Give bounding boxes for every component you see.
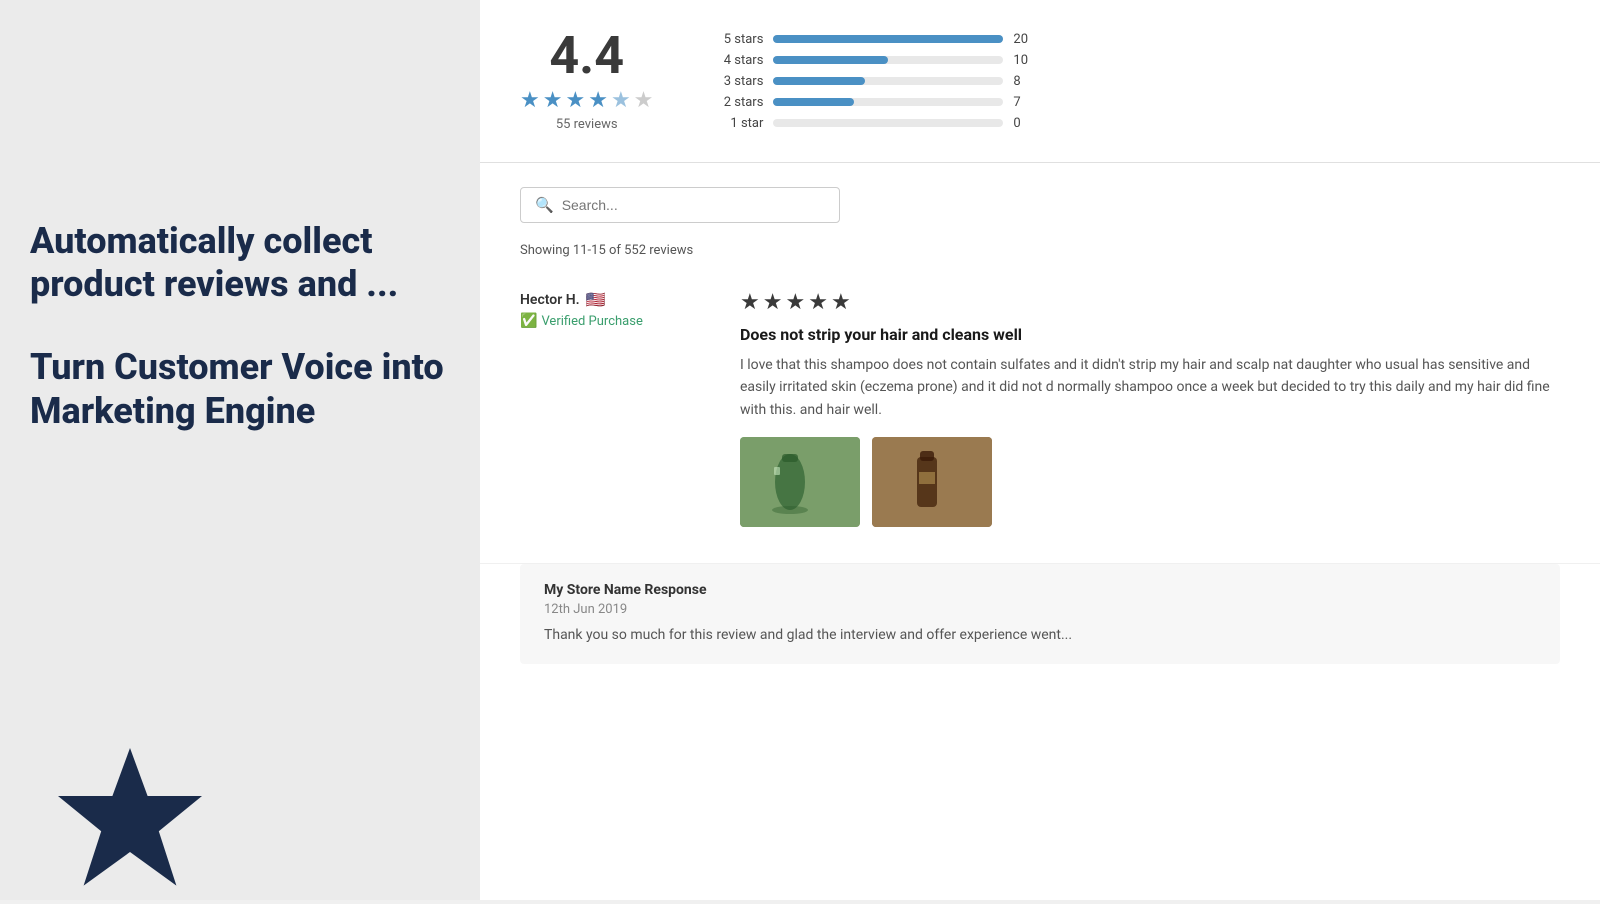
store-response-title: My Store Name Response [544,582,1536,598]
review-count: 55 reviews [556,117,618,132]
overall-rating: 4.4 ★ ★ ★ ★ ★ ★ 55 reviews [520,30,653,132]
bar-fill-5 [773,35,1003,43]
bar-fill-3 [773,77,865,85]
bar-count-4: 10 [1013,53,1033,68]
reviewer-section: Hector H. 🇺🇸 ✅ Verified Purchase [520,290,740,329]
heading-voice: Turn Customer Voice into Marketing Engin… [30,346,450,432]
star-empty: ★ [634,88,654,113]
bar-count-5: 20 [1013,32,1033,47]
rating-number: 4.4 [549,30,624,82]
bar-fill-2 [773,98,854,106]
star-3: ★ [565,88,585,113]
star-4: ★ [588,88,608,113]
review-card: Hector H. 🇺🇸 ✅ Verified Purchase ★ ★ ★ ★… [480,266,1600,564]
heading-collect: Automatically collect product reviews an… [30,220,450,306]
bar-track-2 [773,98,1003,106]
star-half: ★ [611,88,631,113]
review-content: ★ ★ ★ ★ ★ Does not strip your hair and c… [740,290,1560,527]
rev-star-2: ★ [763,290,783,315]
bar-row-4: 4 stars 10 [713,53,1033,68]
bar-track-3 [773,77,1003,85]
rating-bars: 5 stars 20 4 stars 10 3 stars 8 [713,32,1033,131]
reviewer-name-text: Hector H. [520,292,580,308]
bar-track-4 [773,56,1003,64]
review-images [740,437,1560,527]
bar-row-1: 1 star 0 [713,116,1033,131]
bar-row-5: 5 stars 20 [713,32,1033,47]
rev-star-3: ★ [785,290,805,315]
bar-row-3: 3 stars 8 [713,74,1033,89]
bar-track-5 [773,35,1003,43]
bar-fill-4 [773,56,888,64]
left-panel: Automatically collect product reviews an… [0,0,480,900]
star-decoration [50,740,210,900]
bar-count-3: 8 [1013,74,1033,89]
bar-count-2: 7 [1013,95,1033,110]
bar-count-1: 0 [1013,116,1033,131]
search-icon: 🔍 [535,196,554,214]
rating-stars: ★ ★ ★ ★ ★ ★ [520,88,653,113]
rev-star-5: ★ [831,290,851,315]
search-box[interactable]: 🔍 [520,187,840,223]
bar-row-2: 2 stars 7 [713,95,1033,110]
reviewer-name: Hector H. 🇺🇸 [520,290,740,309]
store-response-body: Thank you so much for this review and gl… [544,625,1536,646]
review-image-2 [872,437,992,527]
right-panel: 4.4 ★ ★ ★ ★ ★ ★ 55 reviews 5 stars 20 [480,0,1600,900]
review-body: I love that this shampoo does not contai… [740,354,1560,421]
rev-star-4: ★ [808,290,828,315]
verified-badge: ✅ Verified Purchase [520,313,740,329]
bar-track-1 [773,119,1003,127]
review-stars-row: ★ ★ ★ ★ ★ [740,290,1560,315]
store-response: My Store Name Response 12th Jun 2019 Tha… [520,564,1560,664]
rev-star-1: ★ [740,290,760,315]
star-1: ★ [520,88,540,113]
review-title: Does not strip your hair and cleans well [740,325,1560,344]
bar-label-5: 5 stars [713,32,763,47]
bar-label-1: 1 star [713,116,763,131]
bar-label-3: 3 stars [713,74,763,89]
reviewer-flag: 🇺🇸 [586,290,606,309]
search-input[interactable] [562,197,825,213]
rating-section: 4.4 ★ ★ ★ ★ ★ ★ 55 reviews 5 stars 20 [480,0,1600,163]
verified-icon: ✅ [520,313,537,329]
star-2: ★ [543,88,563,113]
bar-label-2: 2 stars [713,95,763,110]
search-section: 🔍 [480,163,1600,231]
bar-label-4: 4 stars [713,53,763,68]
store-response-date: 12th Jun 2019 [544,602,1536,617]
review-image-1 [740,437,860,527]
verified-text: Verified Purchase [541,314,642,329]
showing-text: Showing 11-15 of 552 reviews [480,243,1600,258]
